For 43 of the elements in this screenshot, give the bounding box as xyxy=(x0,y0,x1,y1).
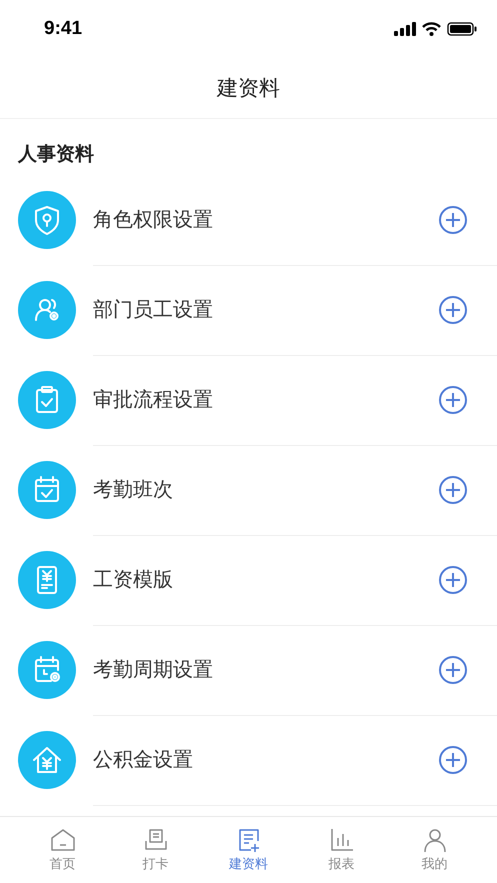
item-label: 考勤周期设置 xyxy=(93,656,213,683)
list-item[interactable]: 角色权限设置 xyxy=(0,175,497,265)
tab[interactable]: 报表 xyxy=(306,817,376,883)
list-item[interactable]: 审批流程设置 xyxy=(0,355,497,445)
calendar-icon xyxy=(17,460,77,520)
item-label: 部门员工设置 xyxy=(93,296,213,323)
shield-icon xyxy=(17,190,77,250)
battery-icon xyxy=(447,22,477,36)
tab[interactable]: 首页 xyxy=(28,817,98,883)
list-item[interactable]: 考勤周期设置 xyxy=(0,625,497,715)
add-icon[interactable] xyxy=(438,204,468,234)
wifi-icon xyxy=(422,22,441,36)
tab[interactable]: 打卡 xyxy=(120,817,190,883)
tab[interactable]: 建资料 xyxy=(214,817,284,883)
calendar-gear-icon xyxy=(17,640,77,700)
item-label: 考勤班次 xyxy=(93,476,173,503)
add-icon[interactable] xyxy=(438,564,468,594)
list-item[interactable]: 工资模版 xyxy=(0,535,497,625)
add-icon[interactable] xyxy=(438,294,468,324)
add-icon[interactable] xyxy=(438,654,468,684)
signal-icon xyxy=(394,22,416,36)
home-icon xyxy=(50,827,76,853)
person-icon xyxy=(422,827,448,853)
page-title: 建资料 xyxy=(217,75,280,102)
add-icon[interactable] xyxy=(438,744,468,774)
status-time: 9:41 xyxy=(44,18,82,40)
item-label: 角色权限设置 xyxy=(93,206,213,233)
list-item[interactable]: 部门员工设置 xyxy=(0,265,497,355)
chart-icon xyxy=(328,827,354,853)
salary-icon xyxy=(17,550,77,610)
item-label: 审批流程设置 xyxy=(93,386,213,413)
clipboard-icon xyxy=(17,370,77,430)
add-icon[interactable] xyxy=(438,474,468,504)
item-label: 工资模版 xyxy=(93,566,173,593)
punch-icon xyxy=(142,827,168,853)
tab[interactable]: 我的 xyxy=(400,817,470,883)
item-label: 公积金设置 xyxy=(93,746,193,773)
list-item[interactable]: 公积金设置 xyxy=(0,715,497,805)
people-icon xyxy=(17,280,77,340)
add-icon[interactable] xyxy=(438,384,468,414)
list-item[interactable]: 考勤班次 xyxy=(0,445,497,535)
section-title: 人事资料 xyxy=(18,143,94,165)
house-icon xyxy=(17,730,77,790)
